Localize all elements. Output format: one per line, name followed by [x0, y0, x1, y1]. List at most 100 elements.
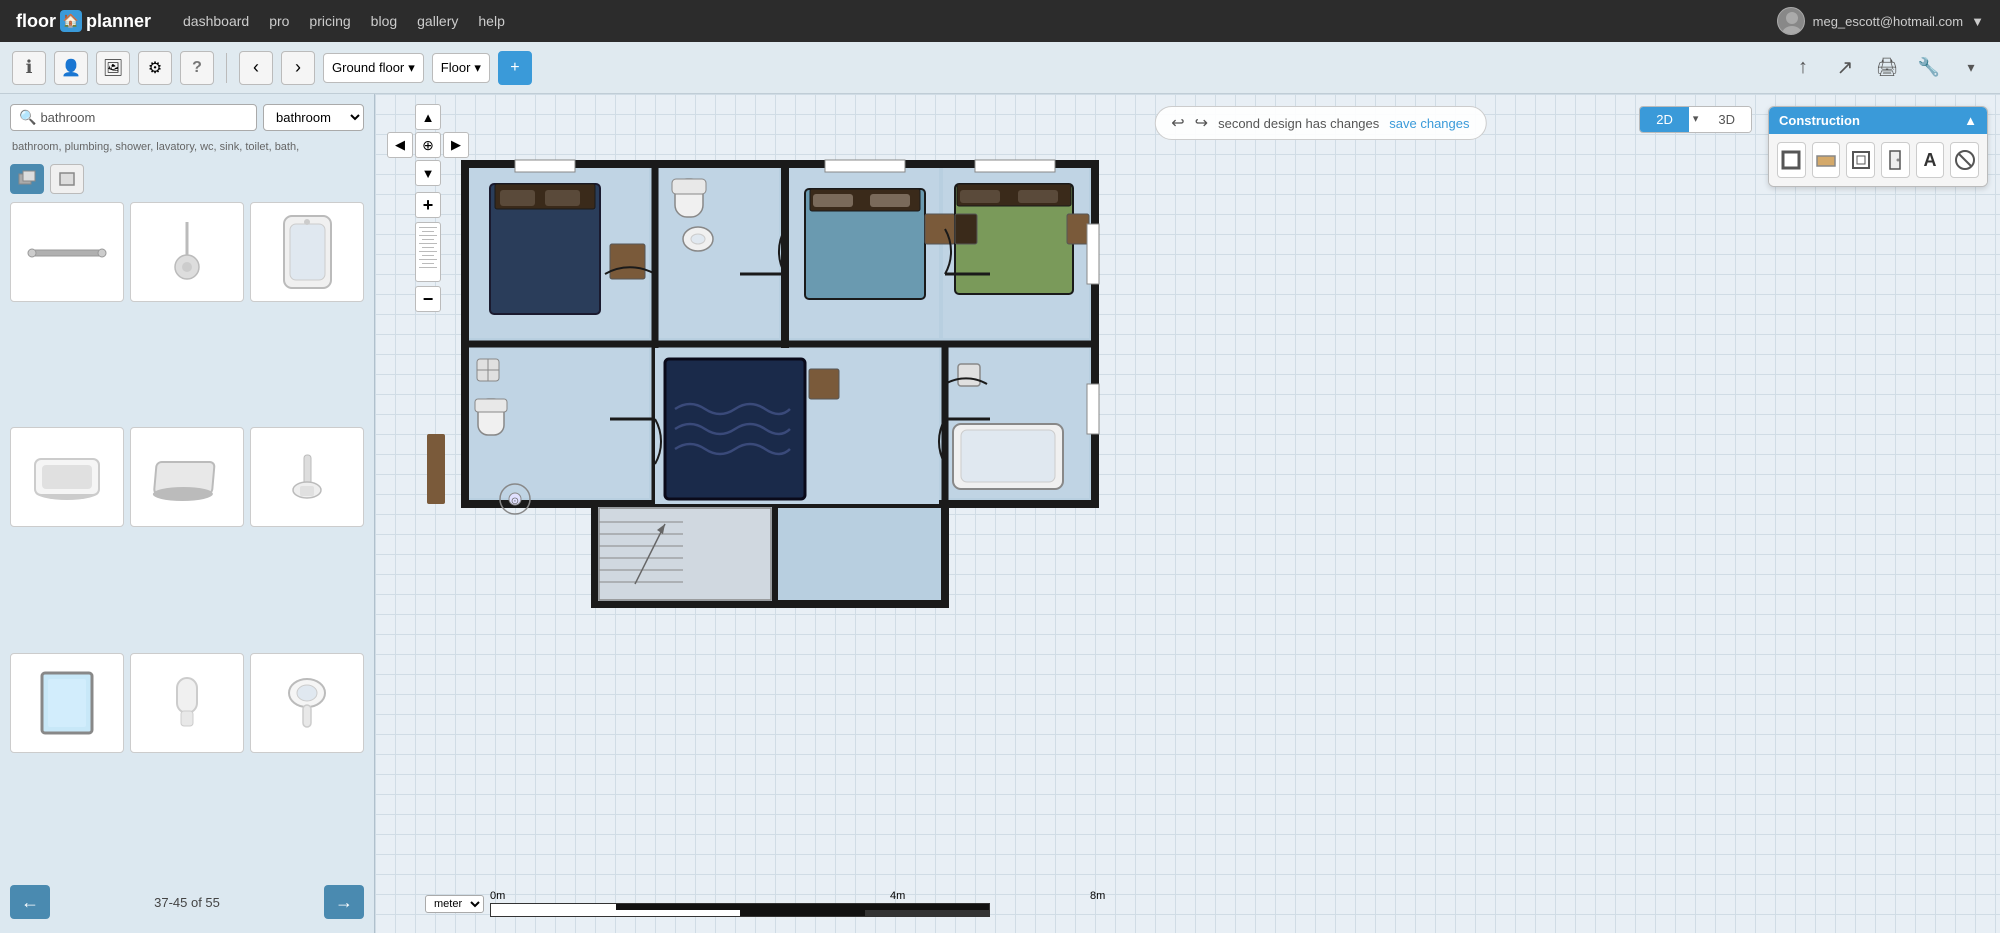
nav-help[interactable]: help [478, 13, 504, 29]
toolbar-separator-1 [226, 53, 227, 83]
search-input[interactable] [40, 110, 248, 125]
user-button[interactable]: 👤 [54, 51, 88, 85]
pan-left-button[interactable]: ◀ [387, 132, 413, 158]
brown-element [427, 434, 445, 504]
nav-next-icon: › [295, 57, 301, 78]
search-box: 🔍 [10, 104, 257, 131]
page-info: 37-45 of 55 [154, 895, 220, 910]
search-row: 🔍 bathroom kitchen living room bedroom [10, 104, 364, 131]
sidebar: 🔍 bathroom kitchen living room bedroom b… [0, 94, 375, 933]
room-tool-button[interactable] [1846, 142, 1875, 178]
share-button[interactable]: ↗ [1828, 51, 1862, 85]
floor-tool-button[interactable] [1812, 142, 1841, 178]
items-grid [10, 202, 364, 874]
save-icon: ↑ [1798, 56, 1808, 79]
photos-button[interactable]: 🖼 [96, 51, 130, 85]
logo: floor 🏠 planner [16, 10, 151, 32]
canvas-area[interactable]: ▲ ◀ ⊕ ▶ ▼ + [375, 94, 2000, 933]
scale-mark-0: 0m [490, 890, 690, 902]
construction-tools: A [1769, 134, 1987, 186]
pagination: ← 37-45 of 55 → [10, 881, 364, 923]
category-dropdown[interactable]: bathroom kitchen living room bedroom [263, 104, 364, 131]
pan-up-button[interactable]: ▲ [415, 104, 441, 130]
item-bathtub-top[interactable] [250, 202, 364, 302]
construction-panel: Construction ▲ [1768, 106, 1988, 187]
view-mode-toggle: 2D ▾ 3D [1639, 106, 1752, 133]
print-icon: 🖨 [1876, 57, 1899, 78]
door-tool-button[interactable] [1881, 142, 1910, 178]
construction-header: Construction ▲ [1769, 107, 1987, 134]
print-button[interactable]: 🖨 [1870, 51, 1904, 85]
item-shower[interactable] [130, 202, 244, 302]
undo-icon[interactable]: ↩ [1171, 113, 1184, 133]
mode-2d-button[interactable]: 2D [1640, 107, 1689, 132]
floor-label: Ground floor [332, 60, 404, 75]
floor2-dropdown-icon: ▾ [474, 60, 481, 76]
info-icon: ℹ [26, 57, 33, 78]
more-button[interactable]: ▾ [1954, 51, 1988, 85]
scale-mark-8: 8m [1090, 890, 1105, 902]
user-area: meg_escott@hotmail.com ▼ [1777, 7, 1984, 35]
save-button[interactable]: ↑ [1786, 51, 1820, 85]
save-changes-link[interactable]: save changes [1389, 116, 1469, 131]
redo-icon[interactable]: ↪ [1195, 113, 1208, 133]
floor2-selector[interactable]: Floor ▾ [432, 53, 490, 83]
search-tags: bathroom, plumbing, shower, lavatory, wc… [10, 139, 364, 156]
nav-prev-icon: ‹ [253, 57, 259, 78]
view-3d-button[interactable] [10, 164, 44, 194]
item-bathtub-angle[interactable] [130, 427, 244, 527]
notification-text: second design has changes [1218, 116, 1379, 131]
next-page-button[interactable]: → [324, 885, 364, 919]
item-bathtub-3d[interactable] [10, 427, 124, 527]
item-sink-pedestal[interactable] [250, 653, 364, 753]
scale-unit-selector[interactable]: meter feet [425, 895, 484, 913]
help-button[interactable]: ? [180, 51, 214, 85]
help-icon: ? [192, 59, 202, 77]
svg-text:⊙: ⊙ [511, 496, 519, 507]
text-tool-icon: A [1924, 150, 1937, 171]
construction-collapse-icon[interactable]: ▲ [1964, 113, 1977, 128]
nav-prev-button[interactable]: ‹ [239, 51, 273, 85]
mode-3d-button[interactable]: 3D [1702, 107, 1751, 132]
nav-blog[interactable]: blog [371, 13, 397, 29]
item-towel-rail[interactable] [10, 202, 124, 302]
mode-dropdown-icon[interactable]: ▾ [1689, 107, 1703, 132]
view-flat-button[interactable] [50, 164, 84, 194]
text-tool-button[interactable]: A [1916, 142, 1945, 178]
settings-icon: ⚙ [148, 58, 162, 78]
logo-text-floor: floor [16, 11, 56, 32]
nav-pricing[interactable]: pricing [309, 13, 350, 29]
wrench-button[interactable]: 🔧 [1912, 51, 1946, 85]
scale-bar: meter feet 0m 4m 8m [425, 890, 1105, 917]
photos-icon: 🖼 [103, 58, 123, 78]
add-floor-icon: + [510, 59, 519, 77]
nav-links: dashboard pro pricing blog gallery help [183, 13, 505, 29]
user-dropdown-icon[interactable]: ▼ [1971, 14, 1984, 29]
floor-plan[interactable]: ⊙ [435, 144, 1115, 629]
main-area: 🔍 bathroom kitchen living room bedroom b… [0, 94, 2000, 933]
construction-title: Construction [1779, 113, 1860, 128]
wall-tool-button[interactable] [1777, 142, 1806, 178]
toolbar: ℹ 👤 🖼 ⚙ ? ‹ › Ground floor ▾ Floor ▾ + ↑… [0, 42, 2000, 94]
item-tap[interactable] [250, 427, 364, 527]
nav-pro[interactable]: pro [269, 13, 289, 29]
floor2-label: Floor [441, 60, 471, 75]
nav-gallery[interactable]: gallery [417, 13, 458, 29]
logo-icon: 🏠 [60, 10, 82, 32]
floor-selector[interactable]: Ground floor ▾ [323, 53, 424, 83]
wrench-icon: 🔧 [1918, 57, 1940, 78]
user-avatar [1777, 7, 1805, 35]
add-floor-button[interactable]: + [498, 51, 532, 85]
logo-text-planner: planner [86, 11, 151, 32]
nav-dashboard[interactable]: dashboard [183, 13, 249, 29]
item-mirror[interactable] [10, 653, 124, 753]
settings-button[interactable]: ⚙ [138, 51, 172, 85]
floor-dropdown-icon: ▾ [408, 60, 415, 76]
toolbar-right: ↑ ↗ 🖨 🔧 ▾ [1786, 51, 1988, 85]
eraser-tool-button[interactable] [1950, 142, 1979, 178]
nav-next-button[interactable]: › [281, 51, 315, 85]
user-email[interactable]: meg_escott@hotmail.com [1813, 14, 1963, 29]
item-urinal[interactable] [130, 653, 244, 753]
prev-page-button[interactable]: ← [10, 885, 50, 919]
info-button[interactable]: ℹ [12, 51, 46, 85]
